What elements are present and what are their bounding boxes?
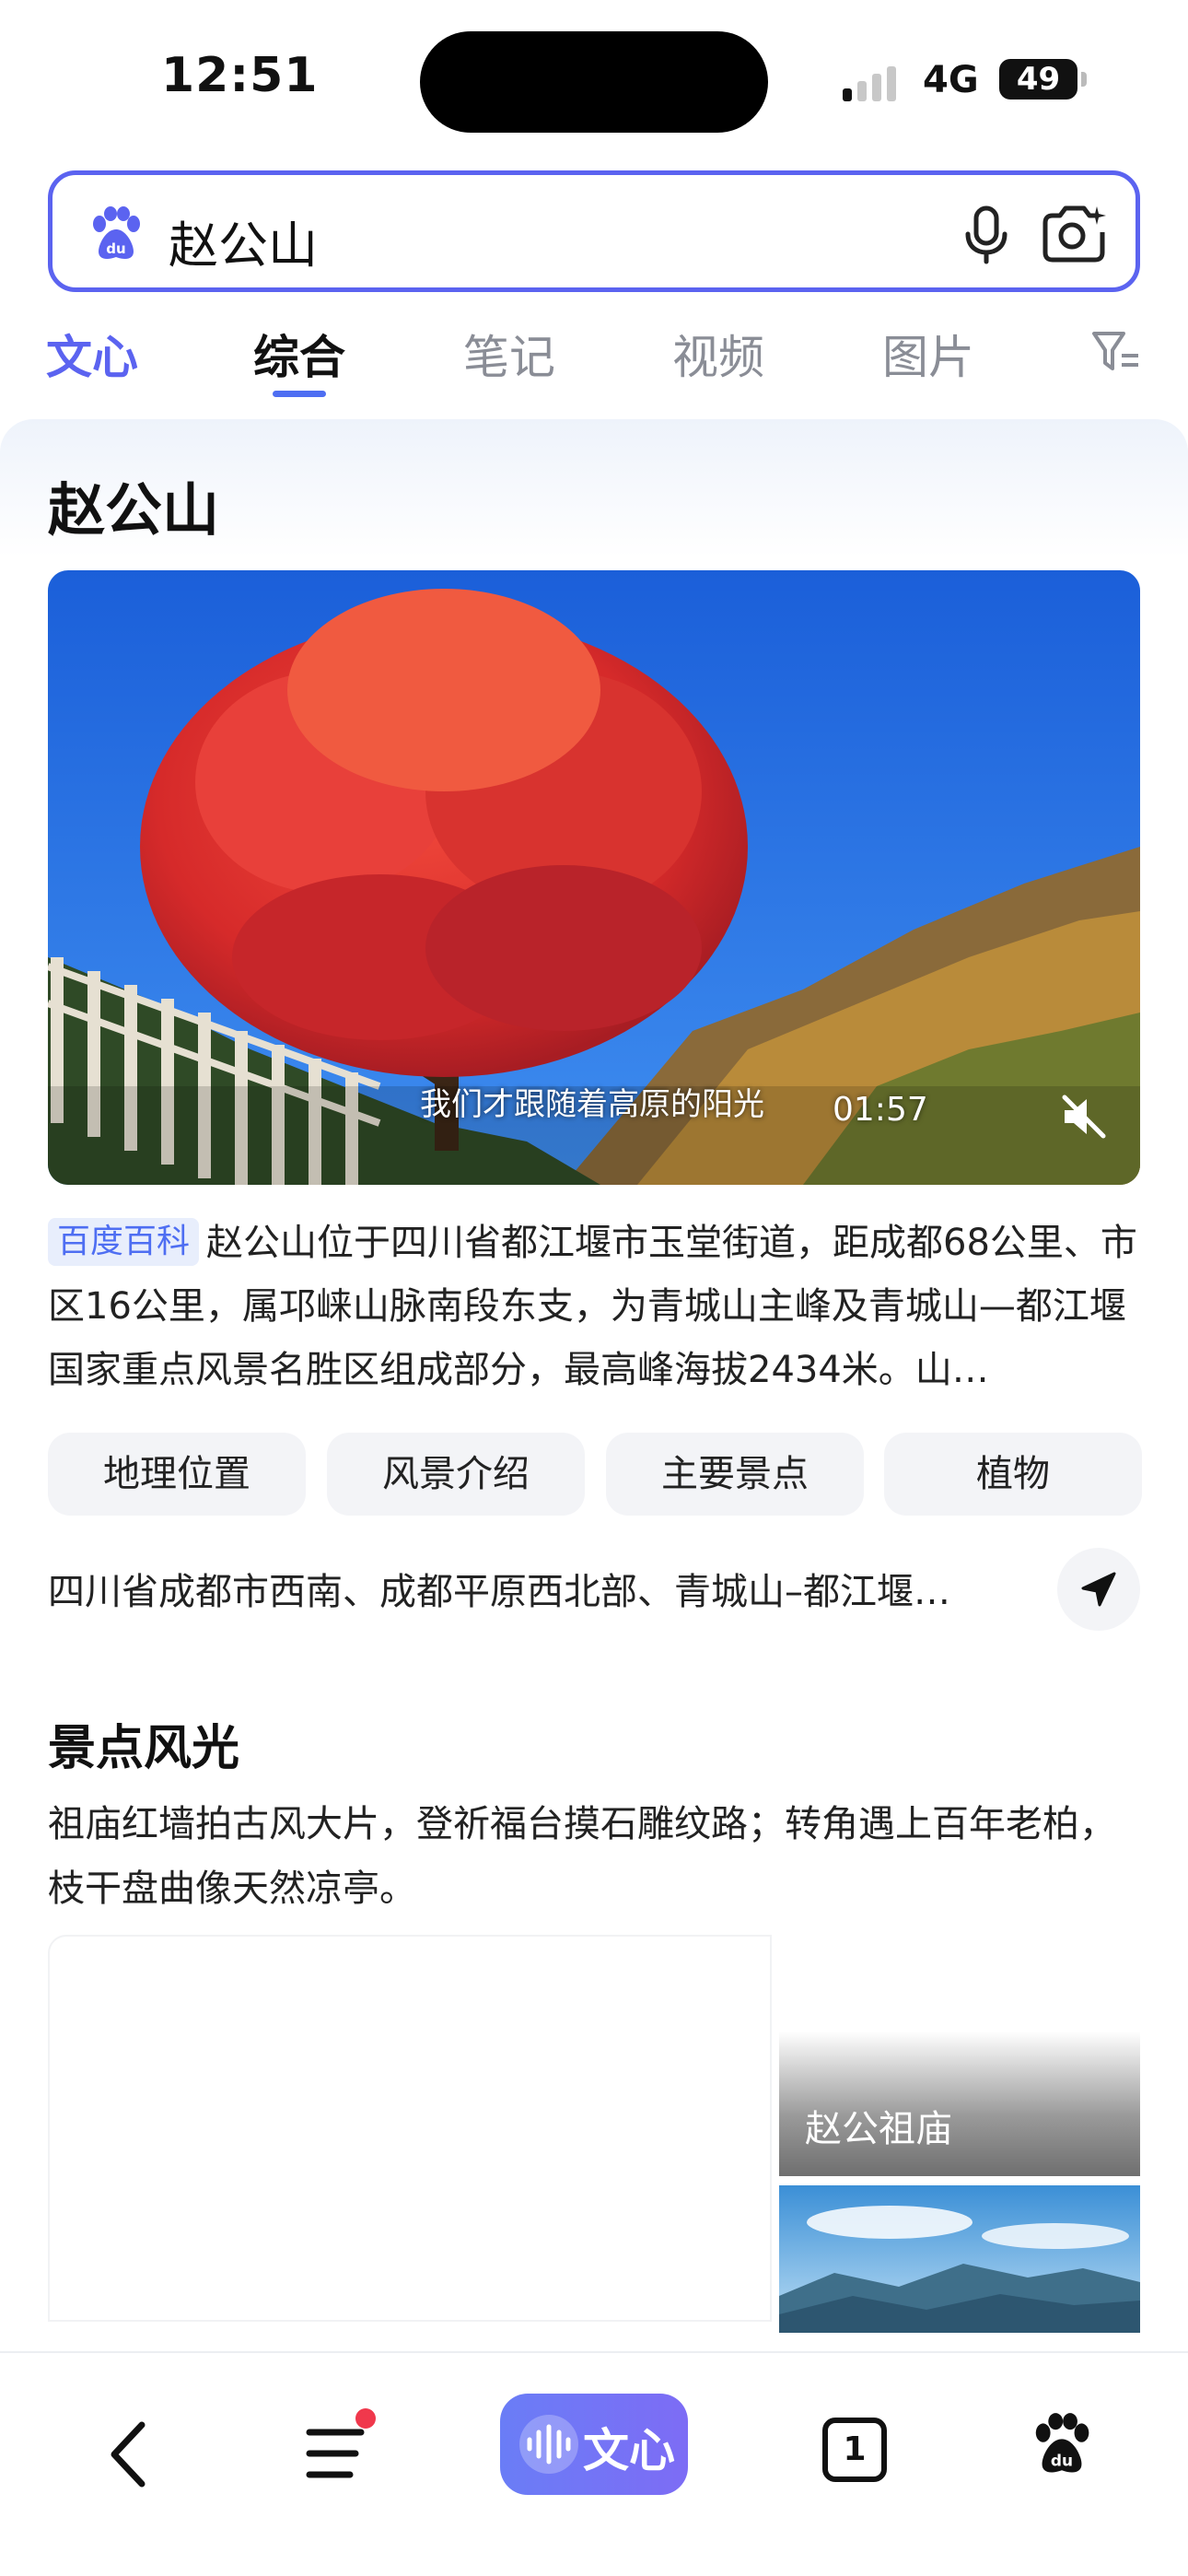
search-bar[interactable]: du 赵公山: [48, 170, 1140, 292]
active-tab-indicator: [273, 391, 326, 397]
mountain-photo: [779, 2185, 1140, 2333]
chip-scenery-intro[interactable]: 风景介绍: [327, 1433, 585, 1516]
wenxin-button[interactable]: 文心: [500, 2394, 688, 2495]
signal-icon: [843, 64, 907, 101]
wenxin-button-label: 文心: [583, 2424, 675, 2477]
result-description-block: 百度百科 赵公山位于四川省都江堰市玉堂街道，距成都68公里、市区16公里，属邛崃山…: [48, 1212, 1140, 1402]
gallery-tile-ancestral-temple[interactable]: 赵公祖庙: [779, 1935, 1140, 2176]
tab-videos[interactable]: 视频: [672, 321, 764, 387]
scenery-section-title: 景点风光: [48, 1721, 240, 1776]
result-title[interactable]: 赵公山: [48, 463, 219, 546]
scenery-description: 祖庙红墙拍古风大片，登祈福台摸石雕纹路；转角遇上百年老柏，枝干盘曲像天然凉亭。: [48, 1803, 1116, 1910]
mute-icon[interactable]: [1059, 1092, 1109, 1142]
navigation-arrow-icon: [1081, 1572, 1116, 1607]
tab-switcher-button[interactable]: 1: [822, 2418, 887, 2482]
baidu-home-icon[interactable]: du: [1030, 2412, 1094, 2476]
result-tabs: 文心 综合 笔记 视频 图片: [0, 313, 1188, 405]
wenxin-voice-icon: [519, 2415, 578, 2474]
baike-source-badge[interactable]: 百度百科: [48, 1218, 200, 1266]
gallery-main-image[interactable]: [48, 1935, 772, 2322]
status-bar: 12:51 4G 49: [0, 0, 1188, 157]
video-player[interactable]: 我们才跟随着高原的阳光 01:57: [48, 570, 1140, 1185]
notification-dot: [355, 2408, 376, 2429]
camera-search-icon[interactable]: [1038, 201, 1112, 267]
bottom-navigation: 文心 1 du: [0, 2351, 1188, 2576]
result-description: 赵公山位于四川省都江堰市玉堂街道，距成都68公里、市区16公里，属邛崃山脉南段东…: [48, 1222, 1137, 1391]
gallery-tile-label: 赵公祖庙: [805, 2108, 952, 2150]
video-subtitle: 我们才跟随着高原的阳光: [420, 1086, 764, 1123]
svg-text:du: du: [106, 240, 125, 257]
clock: 12:51: [161, 48, 319, 103]
microphone-icon[interactable]: [953, 201, 1019, 267]
tab-notes[interactable]: 笔记: [463, 321, 555, 387]
dynamic-island: [420, 31, 768, 133]
chip-main-attractions[interactable]: 主要景点: [606, 1433, 864, 1516]
menu-icon[interactable]: [302, 2421, 376, 2486]
baidu-paw-icon: du: [93, 206, 140, 259]
network-type: 4G: [923, 59, 979, 101]
back-icon[interactable]: [101, 2418, 157, 2491]
navigate-button[interactable]: [1057, 1548, 1140, 1631]
tab-wenxin[interactable]: 文心: [46, 321, 138, 387]
battery-level: 49: [1016, 61, 1061, 98]
battery-icon: 49: [999, 59, 1087, 100]
chip-plants[interactable]: 植物: [884, 1433, 1142, 1516]
filter-icon[interactable]: [1090, 326, 1142, 378]
video-duration: 01:57: [833, 1091, 928, 1129]
svg-text:du: du: [1051, 2452, 1073, 2470]
result-card: 赵公山 我们才跟随着高原的阳光 01:57 百度百科 赵公山位于四川省都江堰市玉…: [0, 419, 1188, 2354]
tab-images[interactable]: 图片: [882, 321, 974, 387]
chip-location[interactable]: 地理位置: [48, 1433, 306, 1516]
search-input[interactable]: 赵公山: [169, 205, 318, 277]
tab-overview[interactable]: 综合: [253, 321, 345, 387]
topic-chips: 地理位置 风景介绍 主要景点 植物: [48, 1433, 1142, 1517]
location-text[interactable]: 四川省成都市西南、成都平原西北部、青城山–都江堰…: [48, 1562, 950, 1615]
gallery-tile-mountain[interactable]: [779, 2185, 1140, 2333]
